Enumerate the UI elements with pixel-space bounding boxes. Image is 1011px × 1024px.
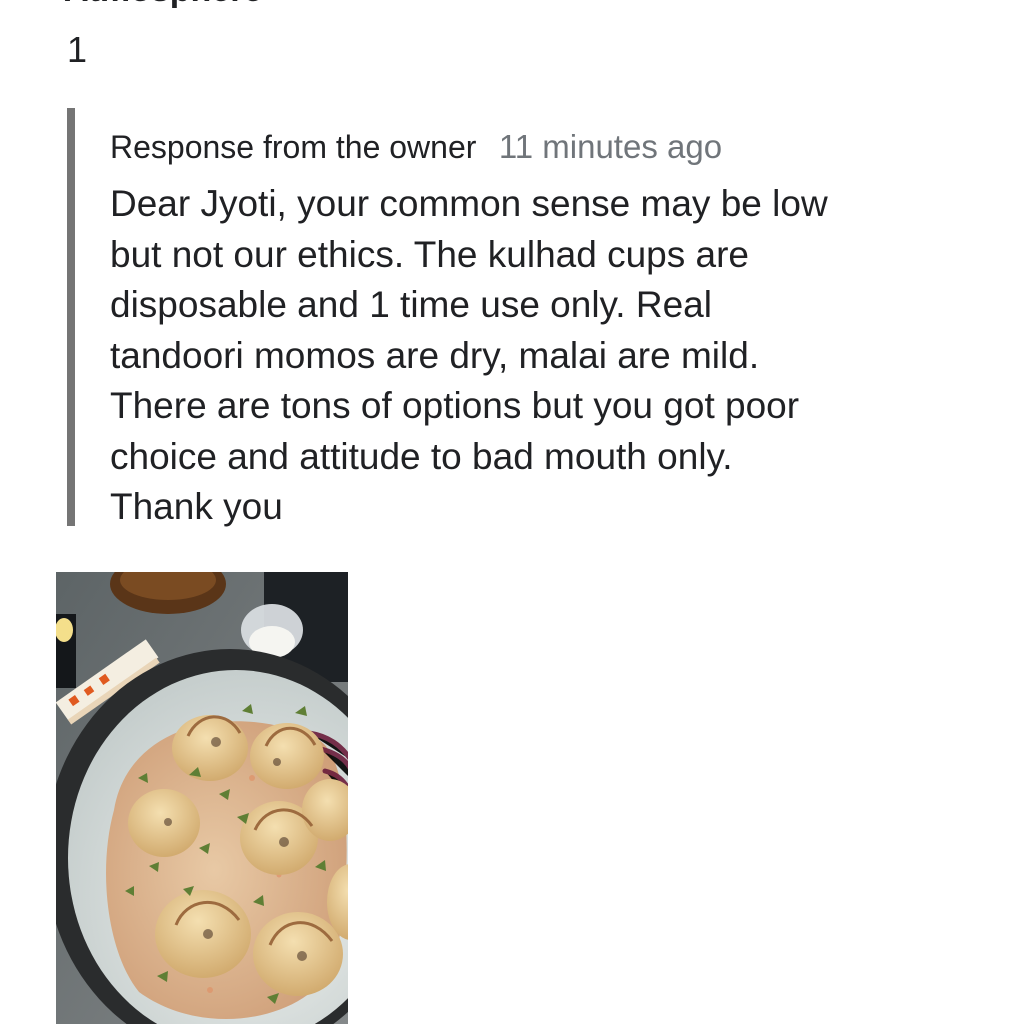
owner-response-line: Dear Jyoti, your common sense may be low: [110, 183, 828, 224]
atmosphere-heading: Atmosphere: [64, 0, 262, 10]
owner-response-content: Response from the owner 11 minutes ago D…: [110, 126, 950, 533]
owner-response-line: disposable and 1 time use only. Real: [110, 284, 712, 325]
momo-plate-photo: [56, 572, 348, 1024]
owner-response-line: tandoori momos are dry, malai are mild.: [110, 334, 760, 376]
owner-response-line: Thank you: [110, 486, 283, 527]
owner-response-line: There are tons of options but you got po…: [110, 385, 800, 426]
owner-response-text: Dear Jyoti, your common sense may be low…: [110, 179, 950, 533]
owner-response-line: choice and attitude to bad mouth only.: [110, 435, 733, 477]
review-photo-thumbnail[interactable]: [56, 572, 348, 1024]
owner-response-time: 11 minutes ago: [498, 128, 723, 165]
owner-response-header: Response from the owner 11 minutes ago: [110, 126, 950, 175]
owner-response: Response from the owner 11 minutes ago D…: [67, 108, 967, 527]
owner-response-line: but not our ethics. The kulhad cups are: [110, 233, 749, 275]
owner-response-quote-bar: [67, 108, 75, 526]
atmosphere-rating-value: 1: [67, 29, 88, 70]
owner-response-title: Response from the owner: [110, 129, 477, 165]
